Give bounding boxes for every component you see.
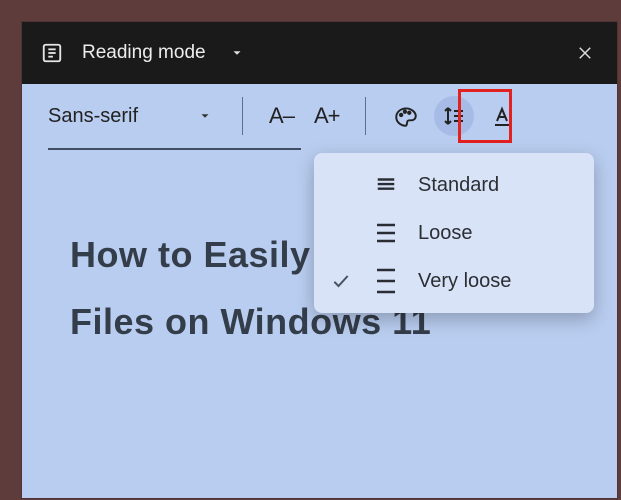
- menu-item-label: Standard: [418, 174, 499, 197]
- menu-item-very-loose[interactable]: Very loose: [318, 257, 590, 305]
- decrease-font-button[interactable]: A–: [263, 99, 300, 133]
- menu-item-label: Very loose: [418, 270, 511, 293]
- menu-item-label: Loose: [418, 222, 473, 245]
- titlebar: Reading mode: [22, 22, 617, 84]
- theme-button[interactable]: [386, 96, 426, 136]
- title-label: Reading mode: [82, 42, 206, 64]
- check-icon: [328, 271, 354, 291]
- chevron-down-icon: [198, 109, 212, 123]
- line-spacing-menu: Standard Loose Very loose: [314, 153, 594, 313]
- spacing-loose-icon: [368, 267, 404, 295]
- separator: [242, 97, 243, 135]
- text-options-button[interactable]: [482, 96, 522, 136]
- font-family-dropdown[interactable]: Sans-serif: [48, 105, 226, 128]
- menu-item-standard[interactable]: Standard: [318, 161, 590, 209]
- reading-mode-icon: [40, 41, 64, 65]
- reading-toolbar: Sans-serif A– A+: [22, 84, 617, 148]
- close-button[interactable]: [567, 35, 603, 71]
- spacing-tight-icon: [368, 174, 404, 196]
- separator: [365, 97, 366, 135]
- menu-item-loose[interactable]: Loose: [318, 209, 590, 257]
- increase-font-button[interactable]: A+: [308, 99, 346, 133]
- font-family-value: Sans-serif: [48, 105, 138, 128]
- spacing-medium-icon: [368, 221, 404, 245]
- line-spacing-button[interactable]: [434, 96, 474, 136]
- mode-dropdown-button[interactable]: [230, 46, 244, 60]
